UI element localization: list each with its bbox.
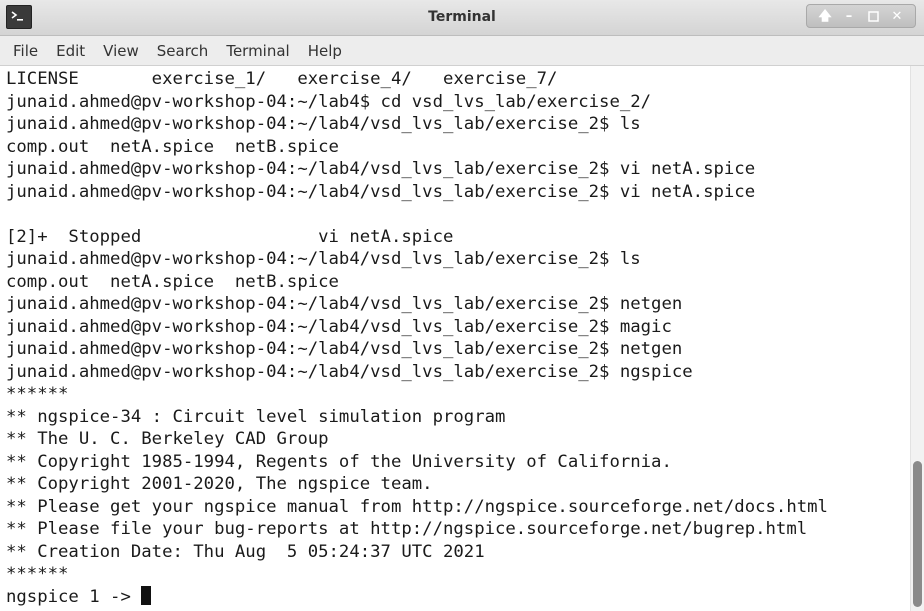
terminal-line: junaid.ahmed@pv-workshop-04:~/lab4/vsd_l… [6,114,641,134]
menu-search[interactable]: Search [148,38,218,64]
shade-icon[interactable]: 🡅 [816,7,834,25]
ngspice-prompt: ngspice 1 -> [6,586,142,607]
menu-terminal[interactable]: Terminal [217,38,298,64]
menu-edit[interactable]: Edit [47,38,94,64]
terminal-line: ** Creation Date: Thu Aug 5 05:24:37 UTC… [6,541,485,562]
terminal-line: ** The U. C. Berkeley CAD Group [6,429,329,449]
menu-view[interactable]: View [94,38,148,64]
minimize-icon[interactable]: – [840,7,858,25]
scrollbar-thumb[interactable] [913,461,922,607]
terminal-line: junaid.ahmed@pv-workshop-04:~/lab4/vsd_l… [6,181,756,202]
menu-help[interactable]: Help [299,38,351,64]
window-controls: 🡅 – ✕ [806,4,916,28]
terminal-line: ** Please file your bug-reports at http:… [6,519,808,539]
terminal-line: LICENSE exercise_1/ exercise_4/ exercise… [6,69,558,89]
terminal-line: junaid.ahmed@pv-workshop-04:~/lab4/vsd_l… [6,361,693,382]
close-icon[interactable]: ✕ [888,7,906,25]
terminal-line: ****** [6,564,69,584]
terminal-line: junaid.ahmed@pv-workshop-04:~/lab4/vsd_l… [6,159,756,179]
terminal-line: junaid.ahmed@pv-workshop-04:~/lab4/vsd_l… [6,339,683,359]
vertical-scrollbar[interactable] [910,66,924,611]
terminal-line: junaid.ahmed@pv-workshop-04:~/lab4/vsd_l… [6,249,641,269]
maximize-icon[interactable] [864,7,882,25]
terminal-line: ** Copyright 1985-1994, Regents of the U… [6,451,672,472]
menu-file[interactable]: File [4,38,47,64]
terminal-window: Terminal 🡅 – ✕ File Edit View Search Ter… [0,0,924,611]
terminal-line: ** Please get your ngspice manual from h… [6,496,828,517]
terminal-line: [2]+ Stopped vi netA.spice [6,226,454,247]
text-cursor [141,585,152,605]
title-bar[interactable]: Terminal 🡅 – ✕ [0,0,924,36]
terminal-line: ** Copyright 2001-2020, The ngspice team… [6,474,433,494]
terminal-line: junaid.ahmed@pv-workshop-04:~/lab4/vsd_l… [6,316,672,337]
menu-bar: File Edit View Search Terminal Help [0,36,924,66]
terminal-line: comp.out netA.spice netB.spice [6,271,339,292]
terminal-line: junaid.ahmed@pv-workshop-04:~/lab4$ cd v… [6,91,652,112]
window-title: Terminal [428,9,496,25]
terminal-line: ****** [6,384,69,404]
terminal-output[interactable]: LICENSE exercise_1/ exercise_4/ exercise… [0,66,910,611]
terminal-prompt-line[interactable]: ngspice 1 -> [6,585,828,609]
terminal-line: ** ngspice-34 : Circuit level simulation… [6,406,506,427]
terminal-line: comp.out netA.spice netB.spice [6,136,339,157]
terminal-line: junaid.ahmed@pv-workshop-04:~/lab4/vsd_l… [6,294,683,314]
terminal-lines: LICENSE exercise_1/ exercise_4/ exercise… [6,68,828,608]
